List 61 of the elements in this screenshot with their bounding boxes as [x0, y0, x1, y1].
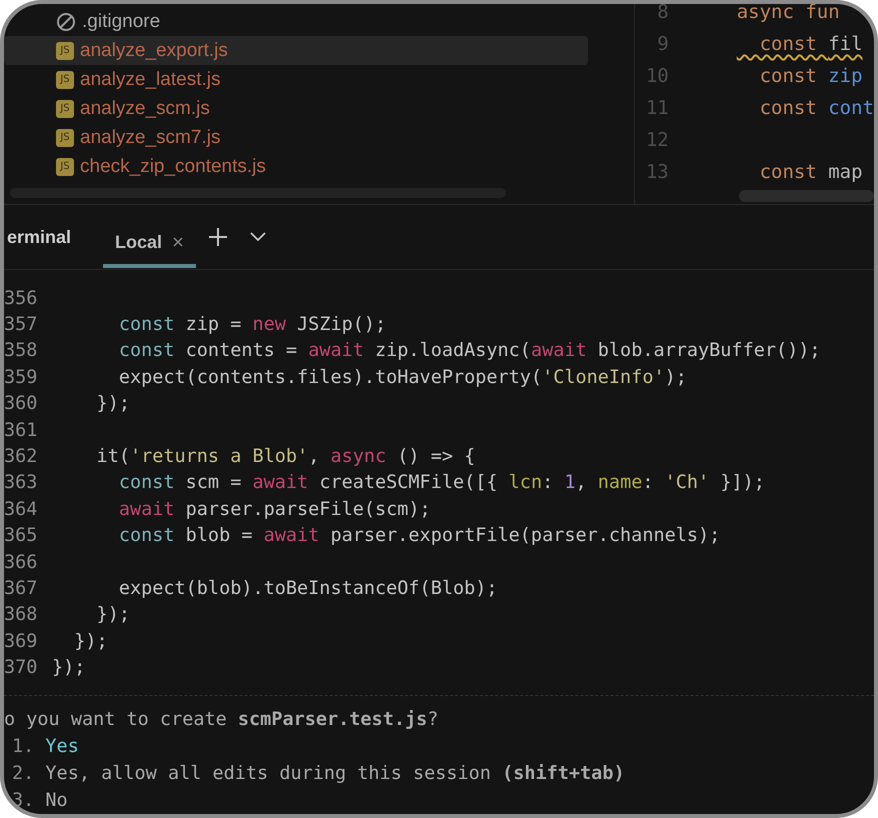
- terminal-tab[interactable]: Local: [103, 220, 196, 268]
- code-line: const fil: [758, 33, 863, 55]
- code-line: });: [51, 657, 86, 678]
- line-number: 12: [644, 129, 669, 151]
- file-item[interactable]: .gitignore: [4, 7, 588, 36]
- line-number: 369: [4, 630, 38, 652]
- line-number: 364: [4, 498, 38, 520]
- line-number: 360: [4, 393, 38, 414]
- option-number: 2.: [11, 762, 34, 784]
- line-number: 365: [4, 525, 38, 546]
- file-item[interactable]: JS analyze_export.js: [4, 36, 588, 65]
- code-line: it('returns a Blob', async () => {: [96, 446, 476, 468]
- js-file-icon: JS: [56, 100, 74, 118]
- line-number: 359: [4, 366, 38, 388]
- file-item[interactable]: JS analyze_latest.js: [4, 65, 588, 94]
- scrollbar[interactable]: [738, 190, 874, 202]
- option-number: 1.: [11, 736, 34, 757]
- code-line: await parser.parseFile(scm);: [118, 498, 431, 520]
- js-file-icon: JS: [56, 42, 74, 60]
- js-file-icon: JS: [56, 70, 74, 88]
- file-item[interactable]: JS analyze_scm.js: [4, 94, 588, 123]
- line-number: 356: [4, 288, 38, 309]
- prompt-option[interactable]: Yes: [45, 736, 79, 757]
- line-number: 370: [4, 657, 38, 678]
- line-number: 9: [656, 33, 669, 55]
- line-number: 367: [4, 578, 38, 599]
- line-number: 361: [4, 420, 38, 441]
- code-line: const scm = await createSCMFile([{ lcn: 1, name: 'Ch' }]);: [118, 472, 765, 494]
- code-line: });: [96, 604, 130, 626]
- code-line: const map: [758, 161, 863, 183]
- line-number: 357: [4, 314, 38, 336]
- code-line: });: [73, 630, 108, 652]
- line-number: 358: [4, 340, 38, 362]
- line-number: 10: [644, 65, 669, 87]
- code-line: const cont: [758, 97, 874, 119]
- code-line: expect(blob).toBeInstanceOf(Blob);: [118, 578, 498, 599]
- code-line: const zip: [758, 65, 863, 87]
- code-line: const blob = await parser.exportFile(parser.channels);: [118, 525, 720, 546]
- code-line: expect(contents.files).toHaveProperty('CloneInfo');: [118, 366, 687, 388]
- code-line: const contents = await zip.loadAsync(await blob.arrayBuffer());: [118, 340, 821, 362]
- prompt-option[interactable]: Yes, allow all edits during this session (shift+tab): [45, 762, 625, 784]
- prompt-option[interactable]: No: [45, 790, 68, 811]
- code-line: });: [96, 393, 130, 414]
- chevron-down-icon[interactable]: [250, 232, 266, 242]
- line-number: 8: [656, 4, 669, 23]
- plus-icon[interactable]: [208, 227, 228, 247]
- js-file-icon: JS: [56, 128, 74, 146]
- js-file-icon: JS: [56, 158, 74, 176]
- close-icon[interactable]: [172, 236, 184, 248]
- line-number: 11: [644, 97, 669, 119]
- panel-title: erminal: [6, 226, 72, 248]
- line-number: 13: [644, 161, 669, 183]
- line-number: 363: [4, 472, 38, 494]
- line-number: 362: [4, 446, 38, 468]
- line-number: 366: [4, 552, 38, 573]
- line-number: 368: [4, 604, 38, 626]
- code-line: const zip = new JSZip();: [118, 314, 386, 336]
- file-item[interactable]: JS analyze_scm7.js: [4, 123, 588, 152]
- prompt-question: o you want to create scmParser.test.js?: [4, 708, 440, 732]
- file-item[interactable]: JS check_zip_contents.js: [4, 152, 588, 181]
- blocked-icon: [56, 12, 76, 32]
